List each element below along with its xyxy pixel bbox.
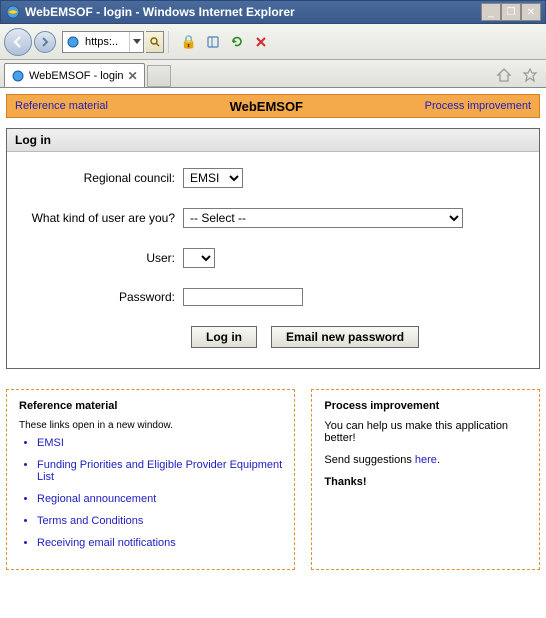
regional-council-select[interactable]: EMSI <box>183 168 243 188</box>
ref-link[interactable]: EMSI <box>37 437 282 449</box>
ref-link[interactable]: Funding Priorities and Eligible Provider… <box>37 459 282 483</box>
user-select[interactable] <box>183 248 215 268</box>
ref-link[interactable]: Regional announcement <box>37 493 282 505</box>
browser-toolbar: https:.. 🔒 <box>0 24 546 60</box>
ref-link[interactable]: Terms and Conditions <box>37 515 282 527</box>
favorites-icon[interactable] <box>518 63 542 87</box>
refresh-icon[interactable] <box>226 31 248 53</box>
window-close-button[interactable]: ✕ <box>521 3 541 21</box>
stop-icon[interactable] <box>250 31 272 53</box>
label-password: Password: <box>25 290 183 304</box>
compat-view-icon[interactable] <box>202 31 224 53</box>
process-improvement-panel: Process improvement You can help us make… <box>311 389 540 570</box>
proc-line1: You can help us make this application be… <box>324 420 527 444</box>
login-panel: Log in Regional council: EMSI What kind … <box>6 128 540 369</box>
login-heading: Log in <box>7 129 539 152</box>
ie-icon <box>5 4 21 20</box>
app-title: WebEMSOF <box>108 99 425 114</box>
address-bar[interactable]: https:.. <box>62 31 144 53</box>
window-titlebar: WebEMSOF - login - Windows Internet Expl… <box>0 0 546 24</box>
header-proc-link[interactable]: Process improvement <box>425 100 531 112</box>
proc-thanks: Thanks! <box>324 476 527 488</box>
back-button[interactable] <box>4 28 32 56</box>
window-title: WebEMSOF - login - Windows Internet Expl… <box>25 5 481 19</box>
reference-material-panel: Reference material These links open in a… <box>6 389 295 570</box>
ie-page-icon <box>65 34 81 50</box>
user-kind-select[interactable]: -- Select -- <box>183 208 463 228</box>
tab-strip: WebEMSOF - login ✕ <box>0 60 546 88</box>
home-icon[interactable] <box>492 63 516 87</box>
tab-active[interactable]: WebEMSOF - login ✕ <box>4 63 145 87</box>
tab-close-button[interactable]: ✕ <box>128 69 138 83</box>
new-tab-button[interactable] <box>147 65 171 87</box>
address-dropdown-icon[interactable] <box>129 32 143 52</box>
ref-panel-note: These links open in a new window. <box>19 420 282 431</box>
proc-line2: Send suggestions here. <box>324 454 527 466</box>
label-council: Regional council: <box>25 171 183 185</box>
suggestions-link[interactable]: here <box>415 454 437 466</box>
forward-button[interactable] <box>34 31 56 53</box>
label-user: User: <box>25 251 183 265</box>
lock-icon[interactable]: 🔒 <box>178 31 200 53</box>
login-button[interactable]: Log in <box>191 326 257 348</box>
ie-tab-icon <box>11 69 25 83</box>
email-password-button[interactable]: Email new password <box>271 326 419 348</box>
ref-link[interactable]: Receiving email notifications <box>37 537 282 549</box>
ref-panel-heading: Reference material <box>19 400 282 412</box>
address-text: https:.. <box>83 36 129 48</box>
page-content: Reference material WebEMSOF Process impr… <box>0 88 546 580</box>
password-field[interactable] <box>183 288 303 306</box>
search-scope-dropdown[interactable] <box>146 31 164 53</box>
app-header-bar: Reference material WebEMSOF Process impr… <box>6 94 540 118</box>
tab-label: WebEMSOF - login <box>29 70 124 82</box>
proc-panel-heading: Process improvement <box>324 400 527 412</box>
window-minimize-button[interactable]: _ <box>481 3 501 21</box>
header-ref-link[interactable]: Reference material <box>15 100 108 112</box>
window-maximize-button[interactable]: ❐ <box>501 3 521 21</box>
label-userkind: What kind of user are you? <box>25 211 183 225</box>
